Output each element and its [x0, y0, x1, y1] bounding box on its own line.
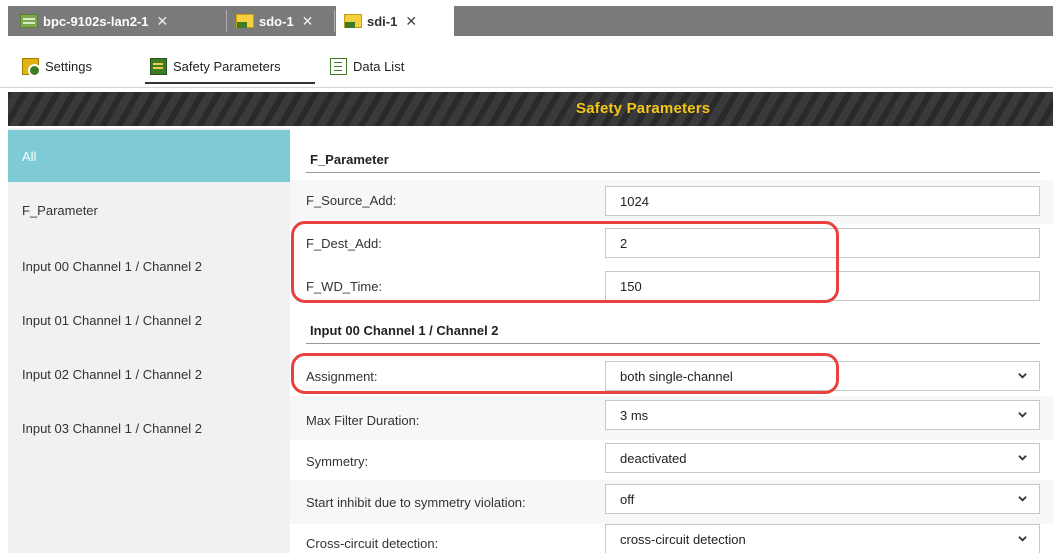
safety-parameters-icon: [150, 57, 167, 75]
module-icon: [236, 14, 254, 28]
f-source-add-field: 1024: [605, 186, 1040, 216]
tab-label: sdi-1: [367, 13, 398, 29]
cross-circuit-detection-select[interactable]: cross-circuit detection: [605, 524, 1040, 553]
close-icon[interactable]: ✕: [302, 13, 314, 30]
field-label-start-inhibit: Start inhibit due to symmetry violation:: [306, 495, 526, 510]
sidebar-item-input-02[interactable]: Input 02 Channel 1 / Channel 2: [8, 348, 290, 400]
safety-parameters-button[interactable]: Safety Parameters: [150, 54, 281, 78]
chevron-down-icon: [1018, 536, 1027, 542]
sidebar-item-input-01[interactable]: Input 01 Channel 1 / Channel 2: [8, 294, 290, 346]
settings-label: Settings: [45, 58, 92, 74]
max-filter-duration-select[interactable]: 3 ms: [605, 400, 1040, 430]
field-value: 1024: [620, 193, 649, 209]
field-label-f-source-add: F_Source_Add:: [306, 193, 397, 208]
sidebar-item-all[interactable]: All: [8, 130, 290, 182]
tab-divider: [334, 10, 335, 32]
network-device-icon: [20, 14, 38, 28]
sidebar-item-label: Input 02 Channel 1 / Channel 2: [22, 366, 202, 382]
tab-sdo-1[interactable]: sdo-1 ✕: [228, 6, 332, 36]
sidebar-item-label: Input 00 Channel 1 / Channel 2: [22, 258, 202, 274]
sidebar-item-label: All: [22, 148, 37, 164]
list-icon: [330, 57, 347, 75]
highlight-box-assignment: [291, 353, 839, 394]
sidebar-item-label: Input 03 Channel 1 / Channel 2: [22, 420, 202, 436]
field-value: 3 ms: [620, 407, 649, 423]
banner-title: Safety Parameters: [576, 100, 711, 117]
settings-icon: [22, 57, 41, 77]
field-value: deactivated: [620, 450, 687, 466]
chevron-down-icon: [1018, 496, 1027, 502]
data-list-button[interactable]: Data List: [330, 54, 404, 78]
section-heading-input-00: Input 00 Channel 1 / Channel 2: [310, 323, 499, 338]
active-view-indicator: [145, 82, 315, 84]
highlight-box-f-parameters: [291, 221, 839, 303]
close-icon[interactable]: ✕: [405, 13, 417, 30]
app-window: bpc-9102s-lan2-1 ✕ sdo-1 ✕ sdi-1 ✕ Setti…: [0, 0, 1053, 553]
tab-label: bpc-9102s-lan2-1: [43, 13, 149, 29]
data-list-label: Data List: [353, 58, 405, 74]
safety-parameters-label: Safety Parameters: [173, 58, 281, 74]
tab-label: sdo-1: [259, 13, 294, 29]
close-icon[interactable]: ✕: [157, 13, 169, 30]
field-value: off: [620, 491, 635, 507]
field-value: cross-circuit detection: [620, 531, 746, 547]
chevron-down-icon: [1018, 455, 1027, 461]
sidebar-item-label: F_Parameter: [22, 202, 98, 218]
chevron-down-icon: [1018, 412, 1027, 418]
sidebar-item-f-parameter[interactable]: F_Parameter: [8, 184, 290, 236]
section-divider: [306, 172, 1040, 173]
section-heading-f-parameter: F_Parameter: [310, 152, 389, 167]
sidebar-item-input-03[interactable]: Input 03 Channel 1 / Channel 2: [8, 402, 290, 454]
sidebar-item-input-00[interactable]: Input 00 Channel 1 / Channel 2: [8, 240, 290, 292]
tab-sdi-1[interactable]: sdi-1 ✕: [336, 6, 454, 36]
tab-bpc-9102s-lan2-1[interactable]: bpc-9102s-lan2-1 ✕: [12, 6, 224, 36]
start-inhibit-select[interactable]: off: [605, 484, 1040, 514]
tab-divider: [226, 10, 227, 32]
field-label-max-filter-duration: Max Filter Duration:: [306, 413, 420, 428]
section-banner: [8, 92, 1053, 126]
module-icon: [344, 14, 362, 28]
field-label-symmetry: Symmetry:: [306, 454, 369, 469]
settings-button[interactable]: Settings: [22, 54, 92, 78]
chevron-down-icon: [1018, 373, 1027, 379]
section-divider: [306, 343, 1040, 344]
sidebar-item-label: Input 01 Channel 1 / Channel 2: [22, 312, 202, 328]
field-label-cross-circuit-detection: Cross-circuit detection:: [306, 536, 439, 551]
symmetry-select[interactable]: deactivated: [605, 443, 1040, 473]
